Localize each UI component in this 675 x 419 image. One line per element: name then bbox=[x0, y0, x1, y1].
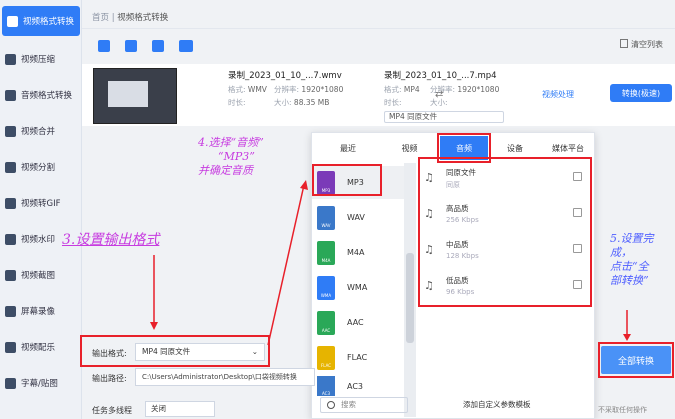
arrow-head bbox=[623, 334, 631, 341]
annotation-arrows bbox=[150, 180, 631, 346]
arrow-to-format-popup bbox=[267, 184, 305, 346]
arrow-head bbox=[300, 180, 308, 190]
arrow-head bbox=[150, 322, 158, 330]
